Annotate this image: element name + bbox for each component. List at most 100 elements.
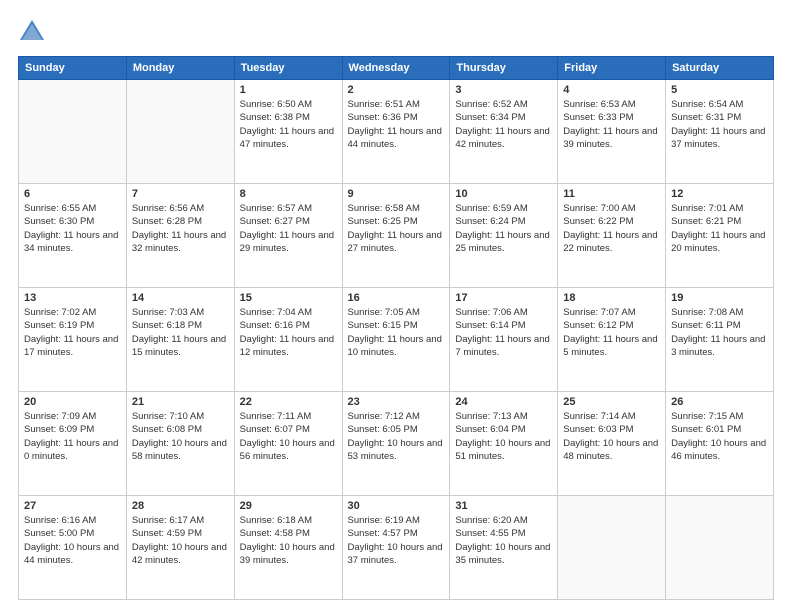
calendar-cell: 17Sunrise: 7:06 AM Sunset: 6:14 PM Dayli… xyxy=(450,288,558,392)
day-info: Sunrise: 7:02 AM Sunset: 6:19 PM Dayligh… xyxy=(24,306,121,359)
day-number: 23 xyxy=(348,396,445,408)
calendar-cell xyxy=(558,496,666,600)
calendar-cell: 14 Sunrise: 7:03 AM Sunset: 6:18 PM Dayli… xyxy=(126,288,234,392)
day-number: 25 xyxy=(563,396,660,408)
day-info: Sunrise: 7:12 AM Sunset: 6:05 PM Dayligh… xyxy=(348,410,445,463)
day-info: Sunrise: 6:55 AM Sunset: 6:30 PM Dayligh… xyxy=(24,202,121,255)
day-number: 26 xyxy=(671,396,768,408)
day-info: Sunrise: 7:11 AM Sunset: 6:07 PM Dayligh… xyxy=(240,410,337,463)
day-number: 29 xyxy=(240,500,337,512)
calendar-cell: 15 Sunrise: 7:04 AM Sunset: 6:16 PM Dayli… xyxy=(234,288,342,392)
calendar-table: SundayMondayTuesdayWednesdayThursdayFrid… xyxy=(18,56,774,600)
calendar-week-row: 20Sunrise: 7:09 AM Sunset: 6:09 PM Dayli… xyxy=(19,392,774,496)
day-number: 16 xyxy=(348,292,445,304)
day-info: Sunrise: 7:00 AM Sunset: 6:22 PM Dayligh… xyxy=(563,202,660,255)
calendar-week-row: 6 Sunrise: 6:55 AM Sunset: 6:30 PM Daylig… xyxy=(19,184,774,288)
day-number: 8 xyxy=(240,188,337,200)
day-number: 15 xyxy=(240,292,337,304)
day-info: Sunrise: 6:18 AM Sunset: 4:58 PM Dayligh… xyxy=(240,514,337,567)
calendar-cell: 13 Sunrise: 7:02 AM Sunset: 6:19 PM Dayli… xyxy=(19,288,127,392)
day-number: 24 xyxy=(455,396,552,408)
calendar-cell: 22 Sunrise: 7:11 AM Sunset: 6:07 PM Dayli… xyxy=(234,392,342,496)
calendar-week-row: 1Sunrise: 6:50 AM Sunset: 6:38 PM Daylig… xyxy=(19,80,774,184)
calendar-cell: 5 Sunrise: 6:54 AM Sunset: 6:31 PM Daylig… xyxy=(666,80,774,184)
day-info: Sunrise: 6:52 AM Sunset: 6:34 PM Dayligh… xyxy=(455,98,552,151)
day-number: 14 xyxy=(132,292,229,304)
day-info: Sunrise: 7:14 AM Sunset: 6:03 PM Dayligh… xyxy=(563,410,660,463)
day-number: 28 xyxy=(132,500,229,512)
day-info: Sunrise: 7:04 AM Sunset: 6:16 PM Dayligh… xyxy=(240,306,337,359)
day-number: 27 xyxy=(24,500,121,512)
calendar-cell: 28Sunrise: 6:17 AM Sunset: 4:59 PM Dayli… xyxy=(126,496,234,600)
day-number: 5 xyxy=(671,84,768,96)
day-of-week-header: Monday xyxy=(126,57,234,80)
calendar-cell: 23 Sunrise: 7:12 AM Sunset: 6:05 PM Dayli… xyxy=(342,392,450,496)
day-number: 2 xyxy=(348,84,445,96)
day-info: Sunrise: 7:15 AM Sunset: 6:01 PM Dayligh… xyxy=(671,410,768,463)
day-info: Sunrise: 6:59 AM Sunset: 6:24 PM Dayligh… xyxy=(455,202,552,255)
page: SundayMondayTuesdayWednesdayThursdayFrid… xyxy=(0,0,792,612)
calendar-cell: 25 Sunrise: 7:14 AM Sunset: 6:03 PM Dayli… xyxy=(558,392,666,496)
day-number: 3 xyxy=(455,84,552,96)
calendar-cell: 10 Sunrise: 6:59 AM Sunset: 6:24 PM Dayli… xyxy=(450,184,558,288)
day-info: Sunrise: 6:57 AM Sunset: 6:27 PM Dayligh… xyxy=(240,202,337,255)
calendar-cell: 8 Sunrise: 6:57 AM Sunset: 6:27 PM Daylig… xyxy=(234,184,342,288)
day-number: 13 xyxy=(24,292,121,304)
day-info: Sunrise: 6:53 AM Sunset: 6:33 PM Dayligh… xyxy=(563,98,660,151)
calendar-cell: 19 Sunrise: 7:08 AM Sunset: 6:11 PM Dayli… xyxy=(666,288,774,392)
day-of-week-header: Wednesday xyxy=(342,57,450,80)
calendar-cell xyxy=(666,496,774,600)
day-info: Sunrise: 6:20 AM Sunset: 4:55 PM Dayligh… xyxy=(455,514,552,567)
day-number: 31 xyxy=(455,500,552,512)
day-info: Sunrise: 7:05 AM Sunset: 6:15 PM Dayligh… xyxy=(348,306,445,359)
calendar-cell: 31 Sunrise: 6:20 AM Sunset: 4:55 PM Dayli… xyxy=(450,496,558,600)
calendar-cell: 29 Sunrise: 6:18 AM Sunset: 4:58 PM Dayli… xyxy=(234,496,342,600)
calendar-cell: 30Sunrise: 6:19 AM Sunset: 4:57 PM Dayli… xyxy=(342,496,450,600)
calendar-cell: 21 Sunrise: 7:10 AM Sunset: 6:08 PM Dayli… xyxy=(126,392,234,496)
day-number: 12 xyxy=(671,188,768,200)
calendar-cell: 20Sunrise: 7:09 AM Sunset: 6:09 PM Dayli… xyxy=(19,392,127,496)
day-info: Sunrise: 7:03 AM Sunset: 6:18 PM Dayligh… xyxy=(132,306,229,359)
day-info: Sunrise: 7:01 AM Sunset: 6:21 PM Dayligh… xyxy=(671,202,768,255)
day-number: 19 xyxy=(671,292,768,304)
day-of-week-header: Friday xyxy=(558,57,666,80)
calendar-cell: 24 Sunrise: 7:13 AM Sunset: 6:04 PM Dayli… xyxy=(450,392,558,496)
day-number: 6 xyxy=(24,188,121,200)
logo-icon xyxy=(18,18,46,46)
calendar-cell: 16 Sunrise: 7:05 AM Sunset: 6:15 PM Dayli… xyxy=(342,288,450,392)
calendar-week-row: 13 Sunrise: 7:02 AM Sunset: 6:19 PM Dayli… xyxy=(19,288,774,392)
calendar-cell: 4 Sunrise: 6:53 AM Sunset: 6:33 PM Daylig… xyxy=(558,80,666,184)
day-info: Sunrise: 7:09 AM Sunset: 6:09 PM Dayligh… xyxy=(24,410,121,463)
day-number: 10 xyxy=(455,188,552,200)
calendar-cell: 3 Sunrise: 6:52 AM Sunset: 6:34 PM Daylig… xyxy=(450,80,558,184)
day-of-week-header: Sunday xyxy=(19,57,127,80)
calendar-header-row: SundayMondayTuesdayWednesdayThursdayFrid… xyxy=(19,57,774,80)
day-info: Sunrise: 7:07 AM Sunset: 6:12 PM Dayligh… xyxy=(563,306,660,359)
day-number: 9 xyxy=(348,188,445,200)
calendar-cell: 1Sunrise: 6:50 AM Sunset: 6:38 PM Daylig… xyxy=(234,80,342,184)
day-info: Sunrise: 6:56 AM Sunset: 6:28 PM Dayligh… xyxy=(132,202,229,255)
day-info: Sunrise: 7:06 AM Sunset: 6:14 PM Dayligh… xyxy=(455,306,552,359)
day-number: 18 xyxy=(563,292,660,304)
calendar-week-row: 27 Sunrise: 6:16 AM Sunset: 5:00 PM Dayli… xyxy=(19,496,774,600)
day-info: Sunrise: 7:08 AM Sunset: 6:11 PM Dayligh… xyxy=(671,306,768,359)
logo xyxy=(18,18,50,46)
calendar-cell: 7Sunrise: 6:56 AM Sunset: 6:28 PM Daylig… xyxy=(126,184,234,288)
day-info: Sunrise: 6:16 AM Sunset: 5:00 PM Dayligh… xyxy=(24,514,121,567)
header xyxy=(18,18,774,46)
day-info: Sunrise: 7:10 AM Sunset: 6:08 PM Dayligh… xyxy=(132,410,229,463)
calendar-cell: 9 Sunrise: 6:58 AM Sunset: 6:25 PM Daylig… xyxy=(342,184,450,288)
day-of-week-header: Saturday xyxy=(666,57,774,80)
day-of-week-header: Thursday xyxy=(450,57,558,80)
day-info: Sunrise: 6:51 AM Sunset: 6:36 PM Dayligh… xyxy=(348,98,445,151)
day-number: 21 xyxy=(132,396,229,408)
calendar-cell: 6 Sunrise: 6:55 AM Sunset: 6:30 PM Daylig… xyxy=(19,184,127,288)
calendar-cell: 18 Sunrise: 7:07 AM Sunset: 6:12 PM Dayli… xyxy=(558,288,666,392)
day-info: Sunrise: 7:13 AM Sunset: 6:04 PM Dayligh… xyxy=(455,410,552,463)
day-number: 22 xyxy=(240,396,337,408)
calendar-cell: 12 Sunrise: 7:01 AM Sunset: 6:21 PM Dayli… xyxy=(666,184,774,288)
day-info: Sunrise: 6:54 AM Sunset: 6:31 PM Dayligh… xyxy=(671,98,768,151)
day-number: 1 xyxy=(240,84,337,96)
day-info: Sunrise: 6:58 AM Sunset: 6:25 PM Dayligh… xyxy=(348,202,445,255)
day-number: 4 xyxy=(563,84,660,96)
